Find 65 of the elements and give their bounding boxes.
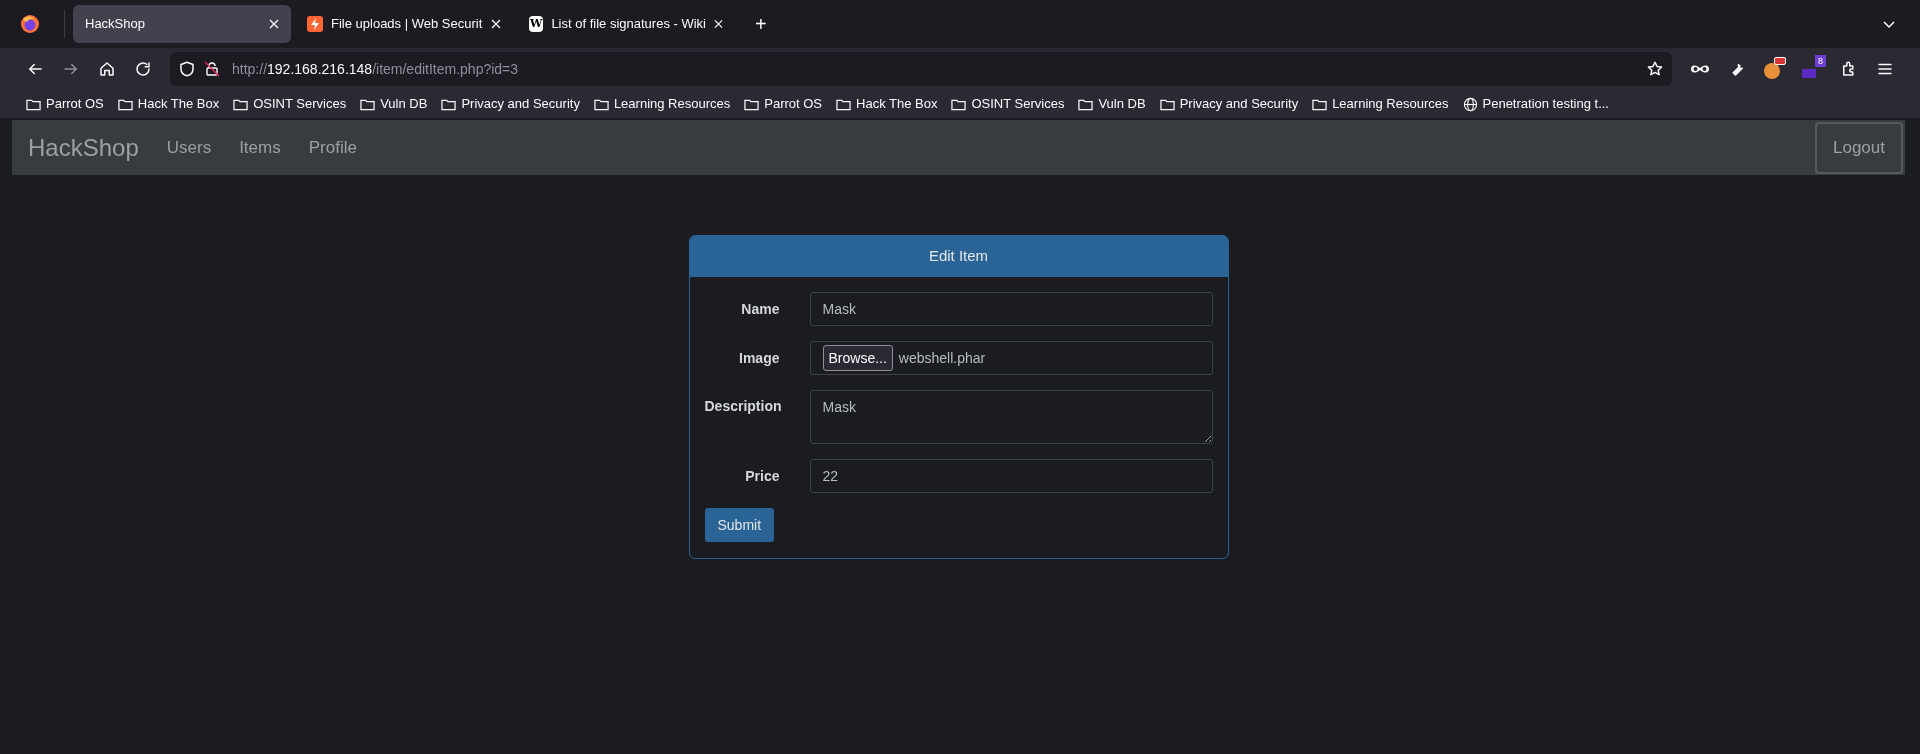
brand-link[interactable]: HackShop <box>28 129 139 166</box>
star-icon[interactable] <box>1646 60 1664 78</box>
tab-title: List of file signatures - Wiki <box>551 15 706 34</box>
bookmark-item[interactable]: Hack The Box <box>117 94 220 114</box>
new-tab-button[interactable]: + <box>751 9 771 39</box>
globe-icon <box>1462 96 1478 112</box>
file-input[interactable]: Browse... webshell.phar <box>809 341 1213 375</box>
card-title: Edit Item <box>928 246 989 267</box>
mask-icon[interactable] <box>1690 63 1710 75</box>
input-field[interactable]: Mask <box>809 292 1213 326</box>
description-field[interactable]: Mask <box>809 390 1213 444</box>
browser-tab[interactable]: File uploads | Web Securit <box>295 5 513 43</box>
field-label: Name <box>740 300 780 319</box>
bookmark-item[interactable]: OSINT Services <box>951 94 1065 114</box>
extension-badge: 8 <box>1815 55 1826 67</box>
shield-icon[interactable] <box>178 60 196 78</box>
bookmark-item[interactable]: Privacy and Security <box>441 94 580 114</box>
folder-icon <box>26 97 41 111</box>
field-label: Image <box>738 349 780 368</box>
tab-title: HackShop <box>85 15 146 34</box>
bookmark-item[interactable]: Learning Resources <box>1312 94 1449 114</box>
field-label: Price <box>744 467 780 486</box>
input-field[interactable]: 22 <box>809 459 1213 493</box>
submit-button[interactable]: Submit <box>704 508 775 542</box>
folder-icon <box>360 97 376 111</box>
folder-icon <box>1312 97 1328 111</box>
close-icon[interactable] <box>491 19 501 29</box>
bookmark-item[interactable]: Parrot OS <box>744 94 823 114</box>
home-icon[interactable] <box>98 60 116 78</box>
folder-icon <box>1159 97 1175 111</box>
file-name: webshell.phar <box>898 348 986 368</box>
folder-icon <box>593 97 609 111</box>
folder-icon <box>1078 97 1094 111</box>
folder-icon <box>744 97 760 111</box>
browser-tab[interactable]: W List of file signatures - Wiki <box>517 5 735 43</box>
folder-icon <box>836 97 852 111</box>
url-text: http://192.168.216.148/item/editItem.php?id=3 <box>232 59 519 79</box>
nav-link[interactable]: Items <box>239 134 281 161</box>
bookmark-item[interactable]: Learning Resources <box>593 94 731 114</box>
nav-link[interactable]: Users <box>166 134 212 161</box>
folder-icon <box>951 97 967 111</box>
bookmark-item[interactable]: Vuln DB <box>1078 94 1146 114</box>
bookmark-item[interactable]: OSINT Services <box>233 94 347 114</box>
reload-icon[interactable] <box>134 60 152 78</box>
bookmark-item[interactable]: Privacy and Security <box>1159 94 1299 114</box>
folder-icon <box>117 97 133 111</box>
insecure-lock-icon[interactable] <box>204 61 220 77</box>
close-icon[interactable] <box>714 19 723 29</box>
browse-button[interactable]: Browse... <box>822 345 893 371</box>
address-bar[interactable]: http://192.168.216.148/item/editItem.php?id=3 <box>170 52 1672 86</box>
logout-button[interactable]: Logout <box>1815 121 1903 174</box>
browser-tab[interactable]: HackShop <box>73 5 291 43</box>
bookmark-item[interactable]: Hack The Box <box>836 94 938 114</box>
wiki-icon: W <box>529 16 544 32</box>
bookmark-item[interactable]: Penetration testing t... <box>1462 94 1609 114</box>
field-label: Description <box>704 397 780 416</box>
close-icon[interactable] <box>269 19 279 29</box>
bookmark-item[interactable]: Parrot OS <box>26 94 104 114</box>
bolt-icon <box>307 16 323 32</box>
tab-title: File uploads | Web Securit <box>331 15 483 34</box>
nav-link[interactable]: Profile <box>308 134 357 161</box>
folder-icon <box>233 97 249 111</box>
firefox-logo-icon[interactable] <box>20 14 40 34</box>
bookmark-item[interactable]: Vuln DB <box>360 94 428 114</box>
folder-icon <box>441 97 457 111</box>
